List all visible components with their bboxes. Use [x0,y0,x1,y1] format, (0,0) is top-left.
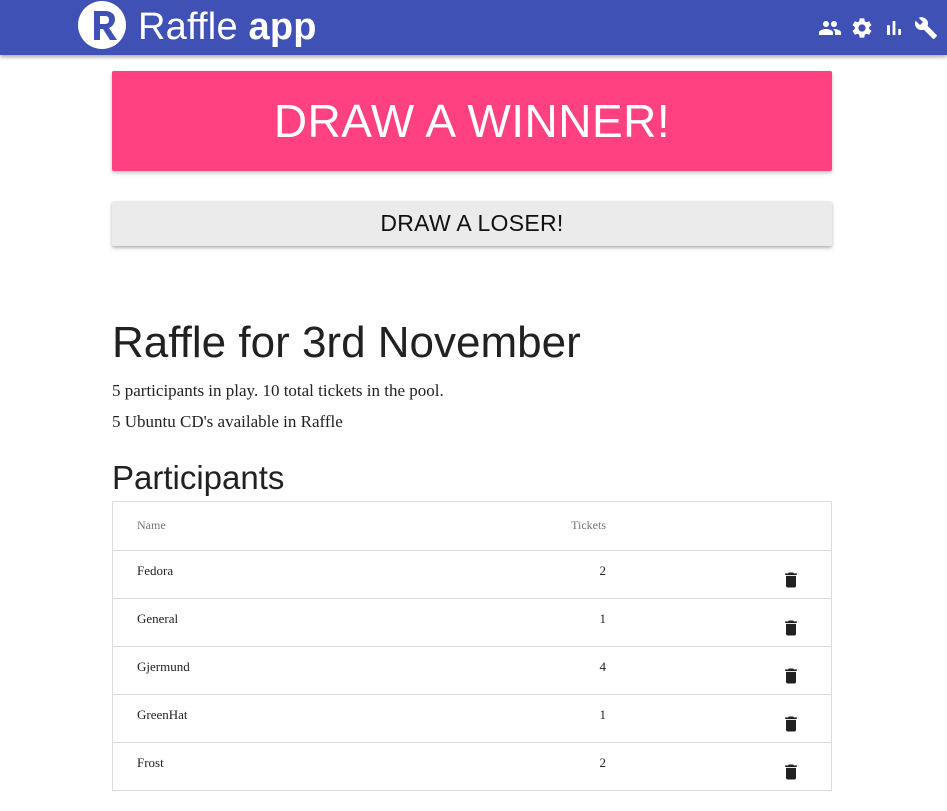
app-bar: Raffle app [0,0,947,55]
app-name-bold: app [248,5,317,48]
trash-icon[interactable] [781,617,801,639]
participant-tickets: 1 [599,706,607,722]
participants-heading: Participants [112,459,285,496]
participant-name: Fedora [137,562,174,578]
appbar-actions [811,14,939,42]
bar-chart-icon[interactable] [881,15,907,41]
raffle-prizes: 5 Ubuntu CD's available in Raffle [112,412,343,431]
table-row: General 1 [113,598,831,646]
participant-tickets: 1 [599,610,607,626]
table-header-row: Name Tickets [113,502,831,550]
brand-logo[interactable]: Raffle app [76,0,317,55]
trash-icon[interactable] [781,761,801,783]
delete-cell [607,742,831,790]
column-header-name[interactable]: Name [113,502,438,550]
settings-icon[interactable] [849,15,875,41]
column-header-tickets[interactable]: Tickets [438,502,607,550]
table-row: Frost 2 [113,742,831,790]
participant-name: General [137,610,179,626]
delete-cell [607,598,831,646]
delete-cell [607,646,831,694]
wrench-icon[interactable] [913,15,939,41]
participant-name: Frost [137,754,164,770]
participants-table: Name Tickets Fedora 2 General 1 Gjermund… [112,501,832,791]
participant-tickets: 4 [599,658,607,674]
app-name: Raffle app [138,8,317,46]
raffle-logo-icon [78,0,126,49]
trash-icon[interactable] [781,713,801,735]
trash-icon[interactable] [781,665,801,687]
participant-tickets: 2 [599,562,607,578]
raffle-summary: 5 participants in play. 10 total tickets… [112,381,444,400]
trash-icon[interactable] [781,569,801,591]
column-header-actions [607,502,831,550]
table-row: Gjermund 4 [113,646,831,694]
people-icon[interactable] [817,15,843,41]
delete-cell [607,550,831,598]
draw-winner-button[interactable]: DRAW A WINNER! [112,71,832,171]
participant-tickets: 2 [599,754,607,770]
app-name-light: Raffle [138,5,238,48]
page-title: Raffle for 3rd November [112,318,581,367]
table-row: GreenHat 1 [113,694,831,742]
participant-name: Gjermund [137,658,190,674]
table-row: Fedora 2 [113,550,831,598]
delete-cell [607,694,831,742]
draw-loser-button[interactable]: DRAW A LOSER! [112,201,832,246]
participant-name: GreenHat [137,706,188,722]
